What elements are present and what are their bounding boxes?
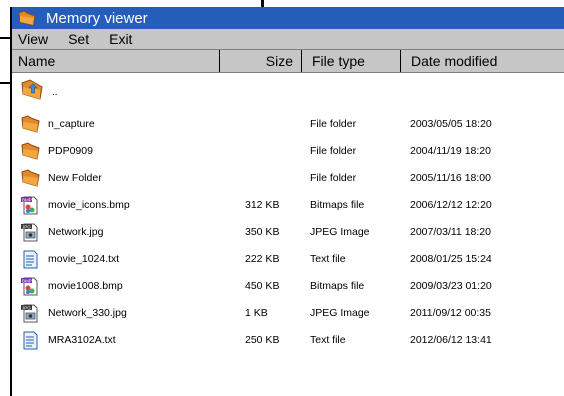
file-name: n_capture — [48, 118, 95, 130]
folder-icon — [21, 115, 40, 133]
callout-line-left-1 — [0, 37, 10, 39]
svg-text:JPG: JPG — [22, 305, 31, 310]
file-size: 250 KB — [245, 334, 280, 346]
file-type: JPEG Image — [310, 307, 370, 319]
file-name: movie1008.bmp — [48, 280, 123, 292]
file-name: movie_1024.txt — [48, 253, 120, 265]
folder-up-icon — [21, 79, 43, 100]
file-type: Text file — [310, 334, 346, 346]
file-name: movie_icons.bmp — [48, 199, 130, 211]
column-header-size[interactable]: Size — [219, 50, 301, 72]
file-size: 450 KB — [245, 280, 280, 292]
svg-text:JPG: JPG — [22, 224, 31, 229]
file-name: PDP0909 — [48, 145, 93, 157]
file-date-modified: 2003/05/05 18:20 — [410, 118, 492, 130]
file-size: 222 KB — [245, 253, 280, 265]
column-header-name-label: Name — [18, 53, 56, 69]
column-header-file-type-label: File type — [312, 53, 365, 69]
menu-exit[interactable]: Exit — [109, 31, 132, 47]
column-header-name[interactable]: Name — [12, 50, 219, 72]
column-header-size-label: Size — [265, 53, 293, 69]
title-bar: Memory viewer — [12, 7, 564, 29]
file-size: 350 KB — [245, 226, 280, 238]
file-row[interactable]: MRA3102A.txt 250 KB Text file 2012/06/12 13… — [12, 327, 564, 353]
file-type: JPEG Image — [310, 226, 370, 238]
file-name: New Folder — [48, 172, 102, 184]
file-row[interactable]: n_capture File folder 2003/05/05 18:20 — [12, 111, 564, 137]
file-type: File folder — [310, 172, 357, 184]
callout-line-left-2 — [0, 82, 10, 84]
file-size: 312 KB — [245, 199, 280, 211]
menu-set[interactable]: Set — [68, 31, 89, 47]
file-date-modified: 2004/11/19 18:20 — [410, 145, 491, 157]
file-name: MRA3102A.txt — [48, 334, 116, 346]
txt-file-icon — [23, 250, 38, 269]
parent-directory-label: .. — [52, 87, 58, 98]
file-name: Network.jpg — [48, 226, 104, 238]
file-row[interactable]: BMP movie1008.bmp 450 KB Bitmaps file 2009/0… — [12, 273, 564, 299]
file-type: Text file — [310, 253, 346, 265]
file-row[interactable]: movie_1024.txt 222 KB Text file 2008/01/25 … — [12, 246, 564, 272]
folder-icon — [21, 142, 40, 160]
file-date-modified: 2007/03/11 18:20 — [410, 226, 491, 238]
file-row[interactable]: PDP0909 File folder 2004/11/19 18:20 — [12, 138, 564, 164]
memory-viewer-window: Memory viewer View Set Exit Name Size Fi… — [10, 7, 564, 396]
svg-text:BMP: BMP — [22, 278, 32, 283]
folder-icon — [18, 10, 36, 26]
bmp-file-icon: BMP — [21, 196, 38, 215]
txt-file-icon — [23, 331, 38, 350]
jpg-file-icon: JPG — [21, 304, 38, 323]
file-date-modified: 2009/03/23 01:20 — [410, 280, 492, 292]
file-date-modified: 2011/09/12 00:35 — [410, 307, 491, 319]
file-row[interactable]: JPG Network_330.jpg 1 KB JPEG Image 2011/09/… — [12, 300, 564, 326]
file-type: File folder — [310, 145, 357, 157]
column-header-date-modified[interactable]: Date modified — [400, 50, 564, 72]
file-row[interactable]: JPG Network.jpg 350 KB JPEG Image 2007/03/11… — [12, 219, 564, 245]
menu-view[interactable]: View — [18, 31, 48, 47]
svg-text:BMP: BMP — [22, 197, 32, 202]
column-header-date-modified-label: Date modified — [411, 53, 498, 69]
bmp-file-icon: BMP — [21, 277, 38, 296]
column-header-bar: Name Size File type Date modified — [12, 49, 564, 73]
column-header-file-type[interactable]: File type — [301, 50, 400, 72]
file-row[interactable]: BMP movie_icons.bmp 312 KB Bitmaps file 2006… — [12, 192, 564, 218]
file-type: Bitmaps file — [310, 199, 365, 211]
window-title: Memory viewer — [46, 9, 148, 27]
jpg-file-icon: JPG — [21, 223, 38, 242]
file-date-modified: 2006/12/12 12:20 — [410, 199, 492, 211]
folder-icon — [21, 169, 40, 187]
file-type: File folder — [310, 118, 357, 130]
file-date-modified: 2012/06/12 13:41 — [410, 334, 492, 346]
file-size: 1 KB — [245, 307, 268, 319]
file-type: Bitmaps file — [310, 280, 365, 292]
file-date-modified: 2005/11/16 18:00 — [410, 172, 491, 184]
file-date-modified: 2008/01/25 15:24 — [410, 253, 492, 265]
file-row[interactable]: New Folder File folder 2005/11/16 18:00 — [12, 165, 564, 191]
file-name: Network_330.jpg — [48, 307, 127, 319]
menu-bar: View Set Exit — [12, 29, 564, 49]
parent-directory-row[interactable]: .. — [12, 77, 564, 103]
